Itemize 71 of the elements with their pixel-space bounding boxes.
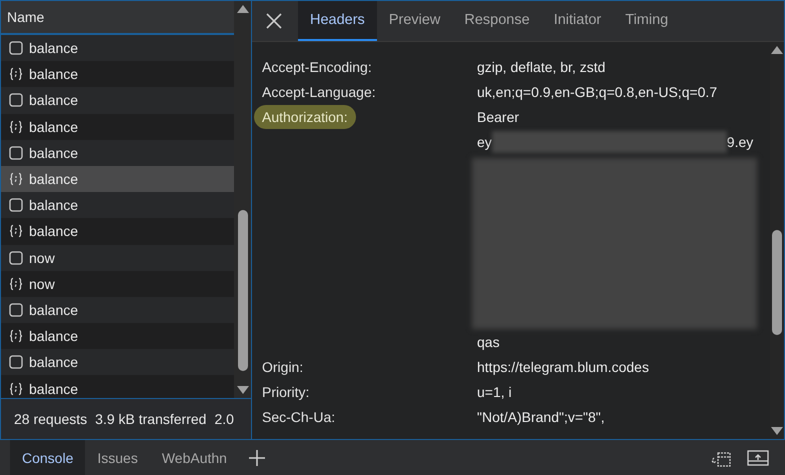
request-row[interactable]: balance bbox=[1, 218, 234, 244]
header-value: https://telegram.blum.codes bbox=[477, 358, 649, 374]
header-value: Bearer bbox=[477, 108, 520, 124]
tab[interactable]: Headers bbox=[298, 1, 377, 41]
request-name: balance bbox=[29, 144, 78, 161]
document-icon bbox=[9, 198, 23, 212]
summary-text: 3.9 kB transferred bbox=[95, 411, 206, 427]
braces-icon bbox=[9, 67, 23, 82]
request-name: balance bbox=[29, 380, 78, 397]
braces-icon bbox=[9, 224, 23, 238]
scrollbar-thumb[interactable] bbox=[238, 210, 248, 372]
document-icon bbox=[9, 250, 23, 265]
request-name: balance bbox=[29, 197, 78, 214]
header-name: Authorization: bbox=[254, 104, 356, 128]
braces-icon bbox=[9, 382, 23, 396]
document-icon bbox=[9, 93, 23, 108]
request-name: balance bbox=[29, 66, 78, 82]
tab[interactable]: Timing bbox=[613, 1, 680, 41]
request-name: balance bbox=[29, 223, 78, 240]
header-name: Origin: bbox=[261, 358, 304, 377]
request-name: now bbox=[29, 250, 55, 266]
request-name: balance bbox=[29, 118, 78, 135]
drawer-tab[interactable]: WebAuthn bbox=[150, 440, 239, 475]
plus-icon[interactable] bbox=[248, 450, 265, 466]
request-name: balance bbox=[29, 40, 78, 56]
scroll-up-arrow-icon[interactable] bbox=[236, 5, 248, 13]
header-name: Sec-Ch-Ua: bbox=[261, 408, 336, 426]
drawer-tab[interactable]: Console bbox=[10, 440, 86, 475]
document-icon bbox=[9, 41, 23, 56]
header-value: uk,en;q=0.9,en-GB;q=0.8,en-US;q=0.7 bbox=[477, 84, 718, 100]
braces-icon bbox=[9, 120, 23, 134]
request-name: balance bbox=[29, 92, 78, 108]
request-row[interactable]: balance bbox=[1, 323, 234, 350]
request-row[interactable]: balance bbox=[1, 114, 234, 140]
header-value: gzip, deflate, br, zstd bbox=[477, 58, 606, 74]
request-row[interactable]: now bbox=[1, 270, 234, 297]
request-name: balance bbox=[29, 354, 78, 370]
braces-icon bbox=[9, 172, 23, 186]
document-icon bbox=[9, 146, 23, 160]
scroll-down-arrow-icon[interactable] bbox=[771, 427, 783, 435]
header-value: ey bbox=[477, 134, 492, 150]
header-name: Accept-Encoding: bbox=[261, 58, 373, 77]
scroll-down-arrow-icon[interactable] bbox=[236, 386, 248, 394]
request-row[interactable]: balance bbox=[1, 375, 234, 398]
drawer-tab[interactable]: Issues bbox=[85, 440, 150, 475]
close-icon[interactable] bbox=[266, 13, 282, 29]
header-name: Accept-Language: bbox=[261, 82, 377, 102]
dock-panel-icon[interactable] bbox=[747, 448, 769, 466]
braces-icon bbox=[9, 276, 23, 291]
tab[interactable]: Preview bbox=[376, 1, 452, 41]
column-header[interactable]: Name bbox=[1, 1, 234, 35]
summary-text: 28 requests bbox=[14, 411, 88, 427]
header-value: u=1, i bbox=[477, 384, 512, 400]
summary-text: 2.0 bbox=[214, 411, 234, 427]
header-name: Priority: bbox=[261, 382, 310, 402]
request-name: balance bbox=[29, 171, 78, 188]
request-name: now bbox=[29, 276, 55, 292]
request-name: balance bbox=[29, 302, 78, 318]
tab[interactable]: Response bbox=[452, 1, 542, 41]
request-name: balance bbox=[29, 328, 78, 344]
request-row[interactable]: balance bbox=[1, 61, 234, 88]
braces-icon bbox=[9, 329, 23, 344]
header-value: 9.ey bbox=[726, 134, 754, 150]
header-value: "Not/A)Brand";v="8", bbox=[477, 408, 605, 424]
scroll-up-arrow-icon[interactable] bbox=[771, 46, 783, 54]
request-row[interactable]: balance bbox=[1, 166, 234, 192]
document-icon bbox=[9, 355, 23, 370]
document-icon bbox=[9, 302, 23, 317]
tab[interactable]: Initiator bbox=[542, 1, 614, 41]
scrollbar-thumb[interactable] bbox=[772, 230, 782, 336]
header-value: qas bbox=[477, 334, 500, 350]
